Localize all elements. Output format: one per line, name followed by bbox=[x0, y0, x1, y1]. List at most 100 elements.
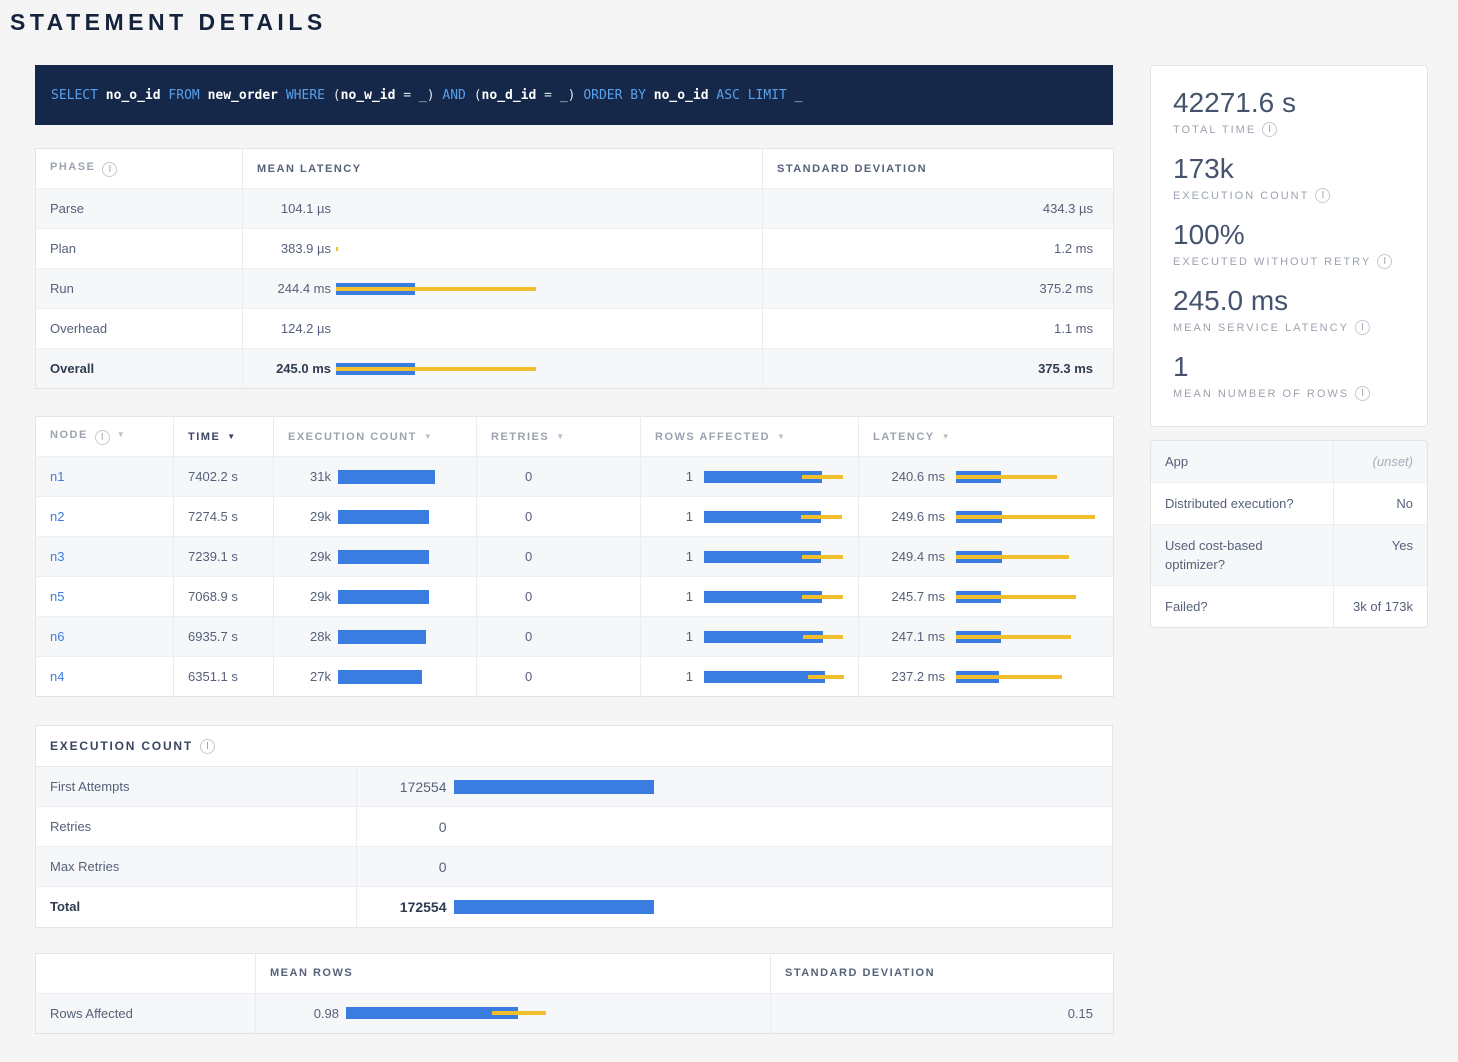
sort-arrow-icon[interactable]: ▼ bbox=[227, 432, 235, 441]
info-icon[interactable]: i bbox=[102, 162, 117, 177]
count-bar bbox=[338, 590, 429, 604]
sql-identifier: no_w_id bbox=[341, 88, 396, 103]
info-icon[interactable]: i bbox=[200, 739, 215, 754]
count-bar bbox=[338, 630, 426, 644]
table-row: First Attempts 172554 bbox=[36, 767, 1112, 807]
column-header-node[interactable]: Nodei▼ bbox=[36, 417, 174, 457]
rows-bar bbox=[346, 1007, 546, 1019]
rows-bar bbox=[704, 471, 843, 483]
info-icon[interactable]: i bbox=[1315, 188, 1330, 203]
table-row: n17402.2 s31k01240.6 ms bbox=[36, 457, 1114, 497]
mean-bar-segment bbox=[338, 590, 429, 604]
stddev-line-segment bbox=[336, 367, 536, 371]
column-header-rows-affected[interactable]: Rows Affected ▼ bbox=[641, 417, 859, 457]
info-icon[interactable]: i bbox=[1355, 386, 1370, 401]
mean-bar-segment bbox=[338, 510, 429, 524]
std-dev-value: 375.3 ms bbox=[763, 349, 1114, 389]
stddev-line-segment bbox=[956, 475, 1057, 479]
count-bar bbox=[338, 670, 422, 684]
stddev-line-segment bbox=[802, 595, 843, 599]
latency-bar bbox=[956, 471, 1057, 483]
node-link[interactable]: n5 bbox=[50, 589, 64, 604]
latency-bar bbox=[336, 363, 536, 375]
mean-bar-segment bbox=[704, 671, 825, 683]
sql-identifier: no_d_id bbox=[482, 88, 537, 103]
sql-keyword: FROM bbox=[168, 88, 199, 103]
column-header-label: Phase bbox=[50, 161, 95, 173]
info-icon[interactable]: i bbox=[1355, 320, 1370, 335]
table-row: n37239.1 s29k01249.4 ms bbox=[36, 537, 1114, 577]
sql-keyword: ORDER bbox=[583, 88, 622, 103]
phase-label: Run bbox=[36, 269, 243, 309]
column-header-retries[interactable]: Retries▼ bbox=[477, 417, 641, 457]
rows-affected-label: Rows Affected bbox=[36, 993, 256, 1033]
column-header-label: Time bbox=[188, 431, 220, 443]
count-bar bbox=[454, 900, 654, 914]
mean-latency-value: 244.4 ms bbox=[257, 281, 331, 296]
sort-arrow-icon[interactable]: ▼ bbox=[117, 430, 125, 439]
std-dev-value: 1.1 ms bbox=[763, 309, 1114, 349]
stddev-line-segment bbox=[956, 595, 1076, 599]
mean-bar-segment bbox=[338, 550, 429, 564]
execution-count-value: 29k bbox=[288, 509, 331, 524]
stat-value: 173k bbox=[1173, 152, 1405, 185]
exec-row-label: First Attempts bbox=[36, 767, 356, 807]
stddev-line-segment bbox=[802, 475, 843, 479]
info-icon[interactable]: i bbox=[1262, 122, 1277, 137]
stddev-line-segment bbox=[956, 675, 1062, 679]
stddev-line-segment bbox=[492, 1011, 546, 1015]
table-row-failed: Failed? 3k of 173k bbox=[1151, 586, 1427, 628]
info-icon[interactable]: i bbox=[95, 430, 110, 445]
column-header-execution-count[interactable]: Execution Count▼ bbox=[274, 417, 477, 457]
stddev-line-segment bbox=[802, 555, 843, 559]
sort-arrow-icon[interactable]: ▼ bbox=[942, 432, 950, 441]
phase-label: Parse bbox=[36, 189, 243, 229]
rows-bar bbox=[704, 631, 843, 643]
latency-value: 247.1 ms bbox=[873, 629, 945, 644]
retries-value: 0 bbox=[477, 457, 641, 497]
info-icon[interactable]: i bbox=[1377, 254, 1392, 269]
latency-bar bbox=[956, 631, 1071, 643]
attribute-value: No bbox=[1333, 483, 1427, 525]
page-title: STATEMENT DETAILS bbox=[0, 0, 1458, 35]
statement-attributes-table: App (unset) Distributed execution? No Us… bbox=[1151, 441, 1427, 627]
attribute-value: (unset) bbox=[1333, 441, 1427, 483]
stddev-line-segment bbox=[956, 635, 1071, 639]
node-link[interactable]: n6 bbox=[50, 629, 64, 644]
node-link[interactable]: n4 bbox=[50, 669, 64, 684]
sort-arrow-icon[interactable]: ▼ bbox=[424, 432, 432, 441]
column-header-time[interactable]: Time ▼ bbox=[174, 417, 274, 457]
stddev-line-segment bbox=[956, 515, 1095, 519]
phase-table-header-row: Phasei Mean Latency Standard Deviation bbox=[36, 149, 1114, 189]
sql-text: ( bbox=[466, 88, 482, 103]
attribute-value: 3k of 173k bbox=[1333, 586, 1427, 628]
stat-value: 245.0 ms bbox=[1173, 284, 1405, 317]
statement-details-page: STATEMENT DETAILS SELECT no_o_id FROM ne… bbox=[0, 0, 1458, 1062]
statement-attributes-card: App (unset) Distributed execution? No Us… bbox=[1150, 440, 1428, 628]
rows-affected-value: 1 bbox=[655, 509, 693, 524]
node-link[interactable]: n1 bbox=[50, 469, 64, 484]
time-value: 6351.1 s bbox=[174, 657, 274, 697]
sql-text bbox=[740, 88, 748, 103]
time-value: 6935.7 s bbox=[174, 617, 274, 657]
stat-value: 100% bbox=[1173, 218, 1405, 251]
phase-latency-table: Phasei Mean Latency Standard Deviation P… bbox=[35, 148, 1114, 389]
table-row-total: Total 172554 bbox=[36, 887, 1112, 927]
execution-count-table: First Attempts 172554 Retries 0 Max Retr… bbox=[36, 766, 1112, 927]
exec-row-label: Retries bbox=[36, 807, 356, 847]
sort-arrow-icon[interactable]: ▼ bbox=[777, 432, 785, 441]
column-header-label: Rows Affected bbox=[655, 431, 770, 443]
table-row-distributed-execution: Distributed execution? No bbox=[1151, 483, 1427, 525]
execution-count-value: 31k bbox=[288, 469, 331, 484]
sort-arrow-icon[interactable]: ▼ bbox=[556, 432, 564, 441]
node-link[interactable]: n3 bbox=[50, 549, 64, 564]
column-header-mean-rows: Mean Rows bbox=[256, 953, 771, 993]
execution-count-value: 29k bbox=[288, 549, 331, 564]
stat-mean-number-of-rows: 1 Mean Number of Rowsi bbox=[1173, 350, 1405, 401]
sql-text bbox=[200, 88, 208, 103]
column-header-latency[interactable]: Latency▼ bbox=[859, 417, 1114, 457]
exec-row-label: Max Retries bbox=[36, 847, 356, 887]
node-link[interactable]: n2 bbox=[50, 509, 64, 524]
rows-affected-value: 1 bbox=[655, 549, 693, 564]
rows-bar bbox=[704, 591, 843, 603]
